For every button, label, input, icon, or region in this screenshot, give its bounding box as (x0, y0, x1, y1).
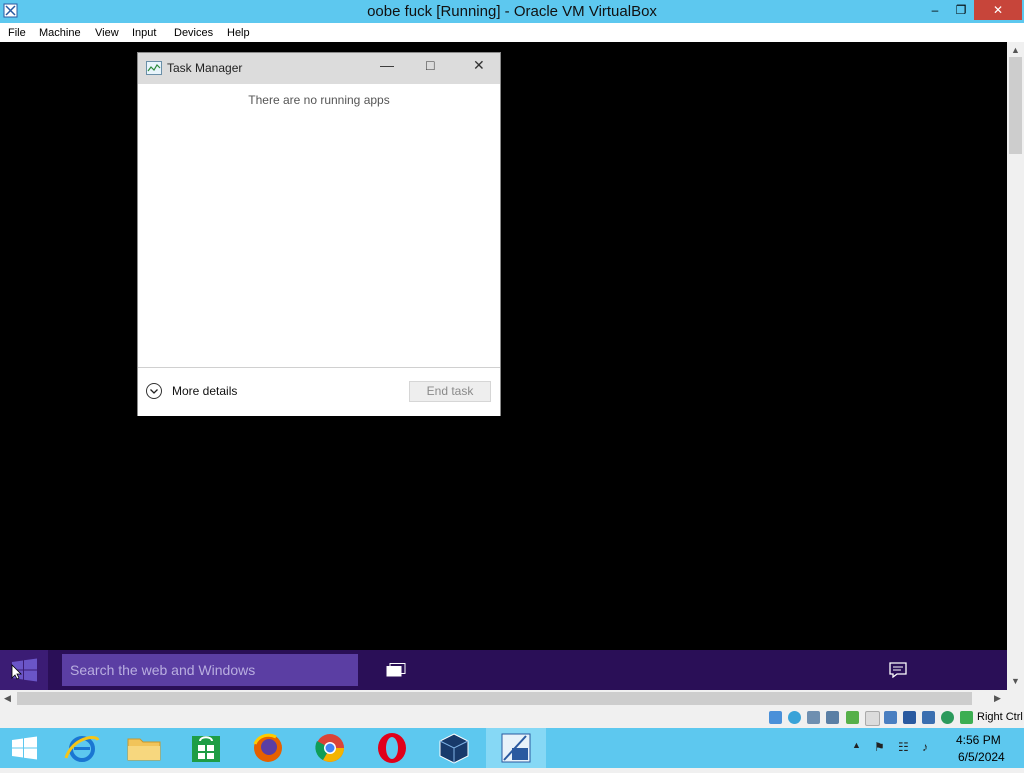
guest-search-box[interactable]: Search the web and Windows (62, 654, 358, 686)
task-view-icon[interactable] (386, 663, 406, 677)
mouse-integration-icon[interactable] (941, 711, 954, 724)
store-icon (192, 736, 220, 762)
menu-bar: File Machine View Input Devices Help (0, 23, 1024, 42)
host-item-explorer[interactable] (114, 728, 174, 768)
host-key-label: Right Ctrl (977, 711, 1023, 723)
chevron-down-icon (146, 383, 162, 399)
minimize-button[interactable]: ‒ (922, 0, 948, 20)
menu-machine[interactable]: Machine (39, 27, 81, 39)
menu-input[interactable]: Input (132, 27, 156, 39)
more-details-label: More details (172, 384, 238, 398)
tm-maximize-button[interactable]: □ (426, 57, 434, 73)
volume-muted-icon[interactable]: ♪ (922, 740, 928, 754)
vertical-scroll-thumb[interactable] (1009, 57, 1022, 154)
host-item-virtualbox[interactable] (424, 728, 484, 768)
virtualization-icon[interactable] (922, 711, 935, 724)
start-icon (12, 736, 37, 760)
tm-minimize-button[interactable]: ― (380, 57, 394, 73)
usb-icon[interactable] (846, 711, 859, 724)
scroll-up-icon[interactable]: ▲ (1011, 45, 1020, 55)
action-center-icon[interactable] (889, 662, 907, 678)
host-item-ie[interactable] (52, 728, 112, 768)
display-icon[interactable] (884, 711, 897, 724)
horizontal-scroll-thumb[interactable] (17, 692, 972, 705)
windows10-vm-icon (501, 733, 531, 763)
guest-taskbar: Search the web and Windows (0, 650, 1007, 690)
vertical-scrollbar[interactable]: ▲ ▼ (1007, 42, 1024, 690)
window-title-bar[interactable]: oobe fuck [Running] - Oracle VM VirtualB… (0, 0, 1024, 23)
flag-icon[interactable]: ⚑ (874, 740, 885, 754)
horizontal-scrollbar[interactable]: ◀ ▶ (0, 690, 1007, 707)
scroll-down-icon[interactable]: ▼ (1011, 676, 1020, 686)
optical-drive-icon[interactable] (788, 711, 801, 724)
task-manager-title-bar[interactable]: Task Manager ― □ ✕ (138, 53, 500, 84)
host-taskbar: ▲ ⚑ ☷ ♪ 4:56 PM 6/5/2024 (0, 728, 1024, 768)
menu-devices[interactable]: Devices (174, 27, 213, 39)
menu-help[interactable]: Help (227, 27, 250, 39)
show-hidden-icons-icon[interactable]: ▲ (852, 740, 861, 750)
file-explorer-icon (127, 738, 161, 761)
window-title: oobe fuck [Running] - Oracle VM VirtualB… (367, 3, 657, 20)
audio-icon[interactable] (807, 711, 820, 724)
guest-start-button[interactable] (0, 650, 48, 690)
video-capture-icon[interactable] (903, 711, 916, 724)
host-item-firefox[interactable] (238, 728, 298, 768)
task-manager-window: Task Manager ― □ ✕ There are no running … (137, 52, 501, 416)
restore-button[interactable]: ❐ (948, 0, 974, 20)
host-start-button[interactable] (0, 728, 60, 768)
task-manager-icon (146, 61, 162, 75)
vm-status-bar: Right Ctrl (0, 707, 1024, 728)
chrome-icon (315, 734, 344, 762)
virtualbox-icon (439, 733, 469, 764)
scroll-left-icon[interactable]: ◀ (4, 693, 11, 704)
host-item-chrome[interactable] (300, 728, 360, 768)
task-manager-footer: More details End task (138, 367, 500, 416)
end-task-button[interactable]: End task (409, 381, 491, 402)
task-manager-title: Task Manager (167, 61, 243, 75)
scroll-corner (1007, 690, 1024, 707)
network-tray-icon[interactable]: ☷ (898, 740, 909, 754)
host-item-store[interactable] (176, 728, 236, 768)
host-item-opera[interactable] (362, 728, 422, 768)
menu-file[interactable]: File (8, 27, 26, 39)
clock-date[interactable]: 6/5/2024 (958, 750, 1005, 764)
firefox-icon (253, 733, 282, 762)
scroll-right-icon[interactable]: ▶ (994, 693, 1001, 704)
hard-disk-icon[interactable] (769, 711, 782, 724)
internet-explorer-icon (64, 735, 100, 762)
menu-view[interactable]: View (95, 27, 119, 39)
keyboard-capture-icon[interactable] (960, 711, 973, 724)
windows-logo-icon (11, 658, 37, 682)
empty-apps-message: There are no running apps (248, 93, 390, 107)
tm-close-button[interactable]: ✕ (473, 57, 485, 74)
host-item-windows10-vm[interactable] (486, 728, 546, 768)
close-button[interactable]: ✕ (974, 0, 1022, 20)
guest-search-placeholder: Search the web and Windows (70, 662, 256, 678)
opera-icon (378, 733, 406, 763)
clock-time[interactable]: 4:56 PM (956, 733, 1001, 747)
shared-folders-icon[interactable] (865, 711, 880, 726)
network-icon[interactable] (826, 711, 839, 724)
